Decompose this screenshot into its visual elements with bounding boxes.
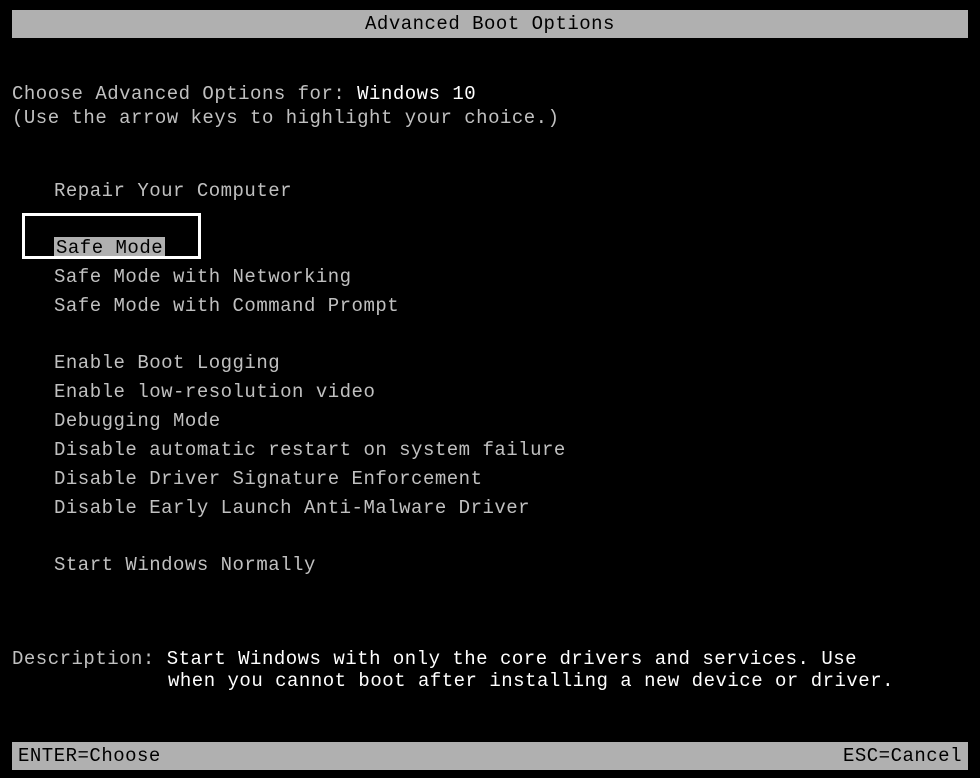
option-enable-low-res-video[interactable]: Enable low-resolution video [54,378,968,407]
option-enable-boot-logging[interactable]: Enable Boot Logging [54,349,968,378]
description-text-2: when you cannot boot after installing a … [12,670,968,692]
description-label: Description: [12,648,167,670]
os-name: Windows 10 [357,83,476,105]
instruction-text: (Use the arrow keys to highlight your ch… [12,107,968,129]
option-safe-mode-command-prompt[interactable]: Safe Mode with Command Prompt [54,292,968,321]
option-group-advanced: Enable Boot Logging Enable low-resolutio… [54,349,968,523]
option-safe-mode[interactable]: Safe Mode [54,234,165,263]
boot-options-list: Repair Your Computer Safe Mode Safe Mode… [12,177,968,580]
footer-enter-hint: ENTER=Choose [18,745,161,767]
option-start-windows-normally[interactable]: Start Windows Normally [54,551,968,580]
description-line-1: Description: Start Windows with only the… [12,648,968,670]
option-group-repair: Repair Your Computer [54,177,968,206]
screen-title: Advanced Boot Options [365,13,615,35]
option-disable-auto-restart[interactable]: Disable automatic restart on system fail… [54,436,968,465]
prompt-line: Choose Advanced Options for: Windows 10 [12,83,968,105]
prompt-label: Choose Advanced Options for: [12,83,357,105]
option-group-normal: Start Windows Normally [54,551,968,580]
title-bar: Advanced Boot Options [12,10,968,38]
option-safe-mode-label: Safe Mode [54,237,165,259]
option-repair-your-computer[interactable]: Repair Your Computer [54,177,968,206]
description-text-1: Start Windows with only the core drivers… [167,648,857,670]
content-area: Choose Advanced Options for: Windows 10 … [0,38,980,580]
option-debugging-mode[interactable]: Debugging Mode [54,407,968,436]
option-disable-elam[interactable]: Disable Early Launch Anti-Malware Driver [54,494,968,523]
option-disable-driver-sig[interactable]: Disable Driver Signature Enforcement [54,465,968,494]
footer-esc-hint: ESC=Cancel [843,745,962,767]
footer-bar: ENTER=Choose ESC=Cancel [12,742,968,770]
option-group-safemode: Safe Mode Safe Mode with Networking Safe… [54,234,968,321]
description-block: Description: Start Windows with only the… [0,608,980,692]
option-safe-mode-networking[interactable]: Safe Mode with Networking [54,263,968,292]
